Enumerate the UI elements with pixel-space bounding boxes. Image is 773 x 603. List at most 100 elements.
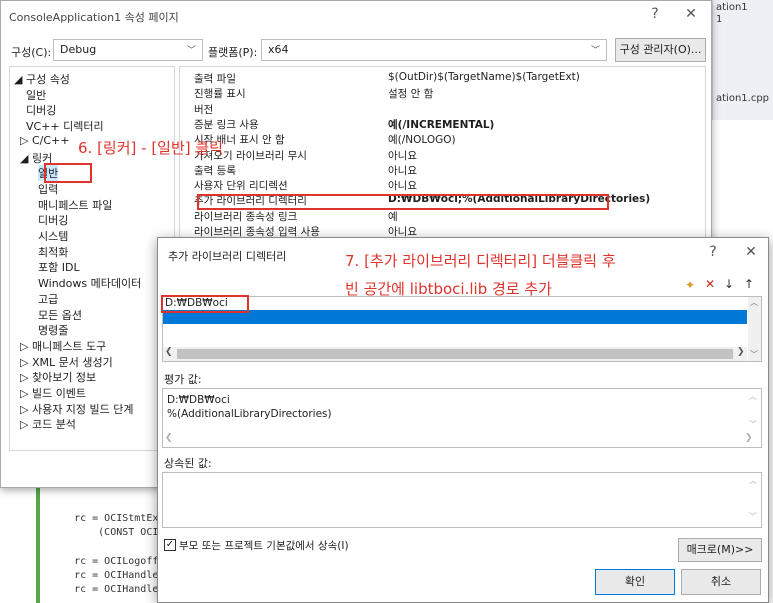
- property-row[interactable]: 출력 파일 $(OutDir)$(TargetName)$(TargetExt): [180, 71, 700, 85]
- property-name: 출력 등록: [194, 164, 236, 177]
- property-value: 아니요: [388, 149, 417, 162]
- help-button[interactable]: ?: [645, 6, 665, 22]
- property-value: $(OutDir)$(TargetName)$(TargetExt): [388, 71, 580, 83]
- tree-item[interactable]: ▷ C/C++: [20, 134, 69, 147]
- property-row[interactable]: 출력 등록 아니요: [180, 163, 700, 177]
- tree-item[interactable]: ▷ 찾아보기 정보: [20, 369, 96, 385]
- property-name: 출력 파일: [194, 73, 236, 85]
- scroll-right-icon: ❯: [745, 433, 753, 443]
- platform-value: x64: [268, 43, 289, 56]
- property-value: 예(/NOLOGO): [388, 134, 456, 147]
- property-name: 진행률 표시: [194, 88, 246, 101]
- property-row[interactable]: 라이브러리 종속성 링크 예: [180, 209, 700, 223]
- directory-list[interactable]: D:₩DB₩oci ︿ ﹀ ❮ ❯: [162, 296, 762, 362]
- macro-button[interactable]: 매크로(M)>>: [678, 538, 762, 562]
- tree-item[interactable]: 시스템: [38, 228, 68, 244]
- property-value: 예(/INCREMENTAL): [388, 118, 495, 131]
- property-row[interactable]: 버전: [180, 102, 700, 116]
- annotation-step-6: 6. [링커] - [일반] 클릭: [78, 139, 224, 157]
- tree-item[interactable]: 고급: [38, 291, 58, 307]
- highlight-box-new-path: [161, 295, 249, 313]
- help-button[interactable]: ?: [703, 244, 723, 260]
- tree-item[interactable]: ◢ 구성 속성: [14, 71, 70, 87]
- tree-item[interactable]: 입력: [38, 181, 58, 197]
- annotation-step-7-line1: 7. [추가 라이브러리 디렉터리] 더블클릭 후: [345, 252, 616, 270]
- change-tracking-bar: [36, 470, 40, 603]
- scroll-up-icon: ︿: [749, 476, 757, 485]
- tree-item[interactable]: 디버깅: [26, 102, 56, 118]
- highlight-box-linker-general: [44, 163, 92, 183]
- additional-library-directories-dialog: 추가 라이브러리 디렉터리 ? ✕ 7. [추가 라이브러리 디렉터리] 더블클…: [157, 237, 769, 603]
- tree-item[interactable]: 포함 IDL: [38, 259, 80, 275]
- close-button[interactable]: ✕: [741, 244, 761, 260]
- property-name: 버전: [194, 103, 214, 116]
- property-name: 라이브러리 종속성 링크: [194, 210, 298, 223]
- horizontal-scrollbar[interactable]: ❮ ❯: [163, 347, 747, 361]
- window-title: ConsoleApplication1 속성 페이지: [9, 11, 179, 24]
- highlight-box-additional-lib-dirs: [197, 194, 609, 210]
- solution-item: ation1: [716, 2, 748, 13]
- tree-item[interactable]: 매니페스트 파일: [38, 197, 112, 213]
- solution-item: 1: [716, 14, 723, 25]
- inherited-value-box: ︿ ﹀: [162, 472, 762, 528]
- dialog-title: 추가 라이브러리 디렉터리: [168, 250, 287, 263]
- delete-icon[interactable]: ✕: [702, 276, 718, 292]
- property-value: 설정 안 함: [388, 88, 434, 101]
- tree-item[interactable]: 최적화: [38, 244, 68, 260]
- file-tab-label[interactable]: ation1.cpp: [716, 93, 769, 104]
- tree-item[interactable]: 명령줄: [38, 322, 68, 338]
- tree-item[interactable]: 디버깅: [38, 212, 68, 228]
- inherit-checkbox[interactable]: ✓: [164, 539, 176, 551]
- tree-item[interactable]: 일반: [26, 87, 46, 103]
- tree-item[interactable]: ▷ 사용자 지정 빌드 단계: [20, 401, 134, 417]
- inherit-checkbox-label[interactable]: 부모 또는 프로젝트 기본값에서 상속(I): [179, 538, 349, 553]
- scroll-up-icon[interactable]: ︿: [750, 297, 758, 308]
- scroll-left-icon[interactable]: ❮: [165, 347, 173, 357]
- evaluated-line: D:₩DB₩oci: [167, 394, 230, 406]
- close-button[interactable]: ✕: [681, 6, 701, 22]
- property-row[interactable]: 진행률 표시 설정 안 함: [180, 86, 700, 100]
- scroll-left-icon: ❮: [165, 433, 173, 443]
- property-tree[interactable]: ◢ 구성 속성 일반 디버깅 VC++ 디렉터리 ▷ C/C++ ◢ 링커 일반 입력 매니페스…: [9, 66, 175, 451]
- tree-item[interactable]: 모든 옵션: [38, 307, 82, 323]
- move-up-icon[interactable]: ↑: [741, 276, 757, 292]
- solution-explorer-fragment: ation1 1 ation1.cpp: [712, 0, 773, 120]
- config-dropdown[interactable]: Debug ﹀: [53, 39, 203, 61]
- property-row[interactable]: 가져오기 라이브러리 무시 아니요: [180, 148, 700, 162]
- config-manager-button[interactable]: 구성 관리자(O)...: [615, 38, 706, 62]
- config-value: Debug: [60, 43, 97, 56]
- evaluated-value-box: D:₩DB₩oci %(AdditionalLibraryDirectories…: [162, 388, 762, 448]
- scroll-up-icon: ︿: [749, 392, 757, 401]
- property-row[interactable]: 라이브러리 종속성 입력 사용 아니요: [180, 224, 700, 238]
- cancel-button[interactable]: 취소: [681, 569, 761, 595]
- move-down-icon[interactable]: ↓: [721, 276, 737, 292]
- scroll-down-icon: ﹀: [749, 420, 757, 429]
- scroll-thumb[interactable]: [177, 349, 733, 359]
- new-line-icon[interactable]: ✦: [682, 277, 698, 293]
- vertical-scrollbar[interactable]: ︿ ﹀: [748, 297, 761, 361]
- list-item[interactable]: D:₩DB₩oci: [163, 297, 747, 310]
- platform-dropdown[interactable]: x64 ﹀: [261, 39, 607, 61]
- property-value: 아니요: [388, 180, 417, 193]
- tree-item[interactable]: Windows 메타데이터: [38, 275, 141, 291]
- property-row[interactable]: 증분 링크 사용 예(/INCREMENTAL): [180, 117, 700, 131]
- ok-button[interactable]: 확인: [595, 569, 675, 595]
- scroll-down-icon: ﹀: [749, 512, 757, 521]
- evaluated-line: %(AdditionalLibraryDirectories): [167, 408, 332, 420]
- tree-item[interactable]: VC++ 디렉터리: [26, 118, 104, 134]
- scroll-right-icon[interactable]: ❯: [737, 347, 745, 357]
- property-name: 사용자 단위 리디렉션: [194, 180, 288, 193]
- list-item-selected-empty[interactable]: [163, 310, 747, 324]
- tree-item[interactable]: ▷ 코드 분석: [20, 416, 76, 432]
- tree-item[interactable]: ▷ 빌드 이벤트: [20, 385, 86, 401]
- property-name: 증분 링크 사용: [194, 118, 259, 131]
- evaluated-value-label: 평가 값:: [164, 373, 202, 386]
- property-value: 예: [388, 210, 398, 223]
- property-row[interactable]: 시작 배너 표시 안 함 예(/NOLOGO): [180, 132, 700, 146]
- config-label: 구성(C):: [11, 46, 52, 59]
- tree-item[interactable]: ▷ XML 문서 생성기: [20, 354, 113, 370]
- property-row[interactable]: 사용자 단위 리디렉션 아니요: [180, 178, 700, 192]
- scroll-down-icon[interactable]: ﹀: [750, 349, 758, 360]
- platform-label: 플랫폼(P):: [208, 46, 258, 59]
- tree-item[interactable]: ▷ 매니페스트 도구: [20, 338, 106, 354]
